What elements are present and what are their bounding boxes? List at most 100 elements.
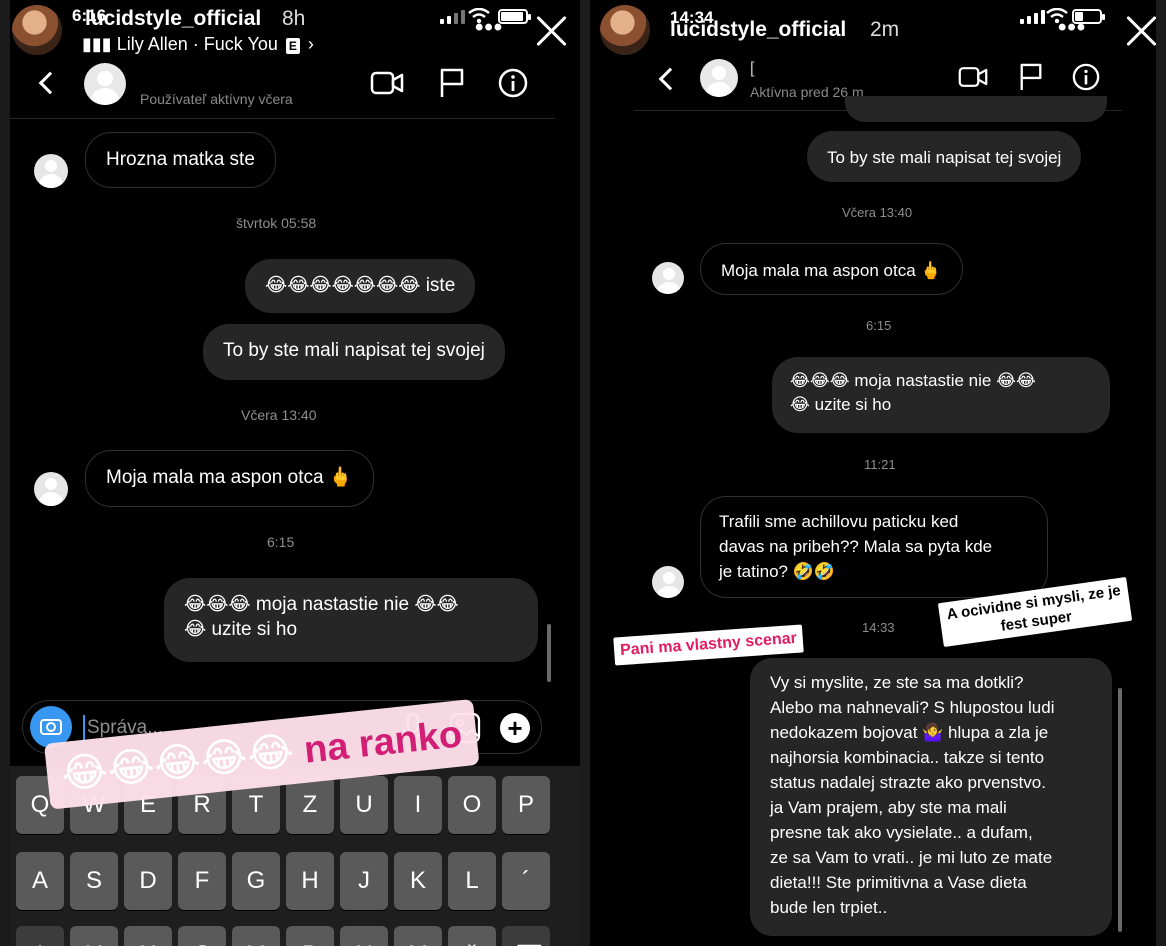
message-emoji: 🤣🤣 bbox=[792, 562, 836, 582]
message-emoji: 😂😂😂 bbox=[184, 593, 251, 615]
story-time-ago: 2m bbox=[870, 18, 900, 41]
message-text: uzite si ho bbox=[814, 395, 892, 414]
signal-icon bbox=[1020, 10, 1045, 24]
key-v[interactable]: V bbox=[232, 926, 280, 946]
sender-avatar[interactable] bbox=[34, 154, 68, 188]
music-artist: Lily Allen bbox=[116, 34, 188, 54]
message-emoji: 😂😂😂😂😂😂😂 bbox=[265, 274, 421, 296]
sender-avatar[interactable] bbox=[652, 566, 684, 598]
key-s[interactable]: S bbox=[70, 852, 118, 910]
message-line: status nadalej strazte ako prvenstvo. bbox=[770, 773, 1046, 792]
backspace-key[interactable]: ⌫ bbox=[502, 926, 550, 946]
key-acute[interactable]: ´ bbox=[502, 852, 550, 910]
key-g[interactable]: G bbox=[232, 852, 280, 910]
key-y[interactable]: Y bbox=[70, 926, 118, 946]
shift-key[interactable]: ⇧ bbox=[16, 926, 64, 946]
story-time-ago: 8h bbox=[282, 7, 306, 30]
key-h[interactable]: H bbox=[286, 852, 334, 910]
key-u[interactable]: U bbox=[340, 776, 388, 834]
message-line: Trafili sme achillovu paticku ked bbox=[719, 512, 959, 531]
message-line: Vy si myslite, ze ste sa ma dotkli? bbox=[770, 673, 1024, 692]
right-story-panel: 14:34 lucidstyle_official 2m ••• [ Aktív… bbox=[590, 0, 1156, 946]
key-l[interactable]: L bbox=[448, 852, 496, 910]
key-o[interactable]: O bbox=[448, 776, 496, 834]
key-caron[interactable]: ˇ bbox=[448, 926, 496, 946]
timestamp: 6:15 bbox=[267, 534, 295, 550]
explicit-badge: E bbox=[285, 38, 300, 54]
message-outgoing[interactable]: 😂😂😂 moja nastastie nie 😂😂 😂 uzite si ho bbox=[164, 578, 538, 662]
video-call-icon[interactable] bbox=[370, 70, 404, 96]
message-incoming[interactable]: Moja mala ma aspon otca 🖕 bbox=[700, 243, 963, 295]
message-text: Moja mala ma aspon otca bbox=[106, 467, 324, 488]
message-outgoing[interactable]: 😂😂😂😂😂😂😂 iste bbox=[245, 259, 476, 313]
close-icon[interactable] bbox=[535, 15, 567, 47]
dm-contact-avatar[interactable] bbox=[700, 59, 738, 97]
message-line: ja Vam prajem, aby ste ma mali bbox=[770, 798, 1007, 817]
key-k[interactable]: K bbox=[394, 852, 442, 910]
key-i[interactable]: I bbox=[394, 776, 442, 834]
key-b[interactable]: B bbox=[286, 926, 334, 946]
left-story-panel: 6:16 lucidstyle_official 8h ▮▮▮ Lily All… bbox=[10, 0, 580, 946]
message-outgoing[interactable]: To by ste mali napisat tej svojej bbox=[203, 324, 505, 380]
back-chevron-icon[interactable] bbox=[658, 67, 682, 91]
story-username[interactable]: lucidstyle_official bbox=[670, 18, 846, 42]
story-music[interactable]: ▮▮▮ Lily Allen · Fuck You E › bbox=[82, 34, 314, 55]
flag-icon[interactable] bbox=[1018, 62, 1044, 92]
dm-contact-avatar[interactable] bbox=[84, 63, 126, 105]
story-avatar[interactable] bbox=[600, 5, 650, 55]
timestamp: 14:33 bbox=[862, 620, 895, 635]
scrollbar[interactable] bbox=[1118, 688, 1122, 932]
message-incoming[interactable]: Hrozna matka ste bbox=[85, 132, 276, 188]
message-outgoing[interactable]: 😂😂😂 moja nastastie nie 😂😂 😂 uzite si ho bbox=[772, 357, 1110, 433]
dm-contact-status: Používateľ aktívny včera bbox=[140, 91, 293, 107]
more-dots-icon[interactable]: ••• bbox=[475, 14, 503, 42]
key-p[interactable]: P bbox=[502, 776, 550, 834]
message-line: ze sa Vam to vrati.. je mi luto ze mate bbox=[770, 848, 1053, 867]
sender-avatar[interactable] bbox=[652, 262, 684, 294]
message-outgoing[interactable]: To by ste mali napisat tej svojej bbox=[807, 131, 1082, 182]
message-line: najhorsia kombinacia.. takze si tento bbox=[770, 748, 1045, 767]
message-text: uzite si ho bbox=[211, 619, 298, 640]
story-avatar[interactable] bbox=[12, 5, 62, 55]
close-icon[interactable] bbox=[1125, 15, 1156, 47]
message-emoji: 😂 bbox=[184, 618, 207, 640]
key-m[interactable]: M bbox=[394, 926, 442, 946]
message-text: moja nastastie nie bbox=[255, 594, 410, 615]
timestamp: Včera 13:40 bbox=[241, 407, 317, 423]
key-c[interactable]: C bbox=[178, 926, 226, 946]
add-icon[interactable]: + bbox=[500, 713, 530, 743]
message-line: Alebo ma nahnevali? S hlupostou ludi bbox=[770, 698, 1055, 717]
timestamp: štvrtok 05:58 bbox=[236, 215, 317, 231]
sticker-text: na ranko bbox=[302, 713, 465, 772]
info-icon[interactable] bbox=[498, 68, 528, 98]
info-icon[interactable] bbox=[1072, 63, 1100, 91]
dm-contact-name[interactable]: [ bbox=[750, 60, 754, 78]
message-emoji: 😂 bbox=[790, 395, 810, 415]
message-emoji: 😂😂 bbox=[414, 593, 459, 615]
message-incoming[interactable]: Moja mala ma aspon otca 🖕 bbox=[85, 450, 374, 507]
timestamp: 11:21 bbox=[864, 457, 896, 472]
video-call-icon[interactable] bbox=[958, 65, 988, 89]
key-n[interactable]: N bbox=[340, 926, 388, 946]
message-line: presne tak ako vysielate.. a dufam, bbox=[770, 823, 1033, 842]
flag-icon[interactable] bbox=[438, 67, 466, 99]
story-username[interactable]: lucidstyle_official bbox=[85, 7, 261, 31]
back-chevron-icon[interactable] bbox=[38, 71, 62, 95]
key-z[interactable]: Z bbox=[286, 776, 334, 834]
message-incoming[interactable]: Trafili sme achillovu paticku ked davas … bbox=[700, 496, 1048, 598]
key-a[interactable]: A bbox=[16, 852, 64, 910]
music-song: Fuck You bbox=[203, 34, 278, 54]
message-outgoing-partial bbox=[845, 96, 1107, 122]
key-x[interactable]: X bbox=[124, 926, 172, 946]
message-text: Moja mala ma aspon otca bbox=[721, 261, 916, 280]
sender-avatar[interactable] bbox=[34, 472, 68, 506]
message-emoji: 🖕 bbox=[328, 466, 353, 488]
key-f[interactable]: F bbox=[178, 852, 226, 910]
key-j[interactable]: J bbox=[340, 852, 388, 910]
message-emoji: 😂😂 bbox=[996, 371, 1036, 391]
key-d[interactable]: D bbox=[124, 852, 172, 910]
message-outgoing[interactable]: Vy si myslite, ze ste sa ma dotkli? Aleb… bbox=[750, 658, 1112, 936]
scrollbar[interactable] bbox=[547, 624, 551, 682]
more-dots-icon[interactable]: ••• bbox=[1058, 14, 1086, 42]
signal-icon bbox=[440, 10, 465, 24]
